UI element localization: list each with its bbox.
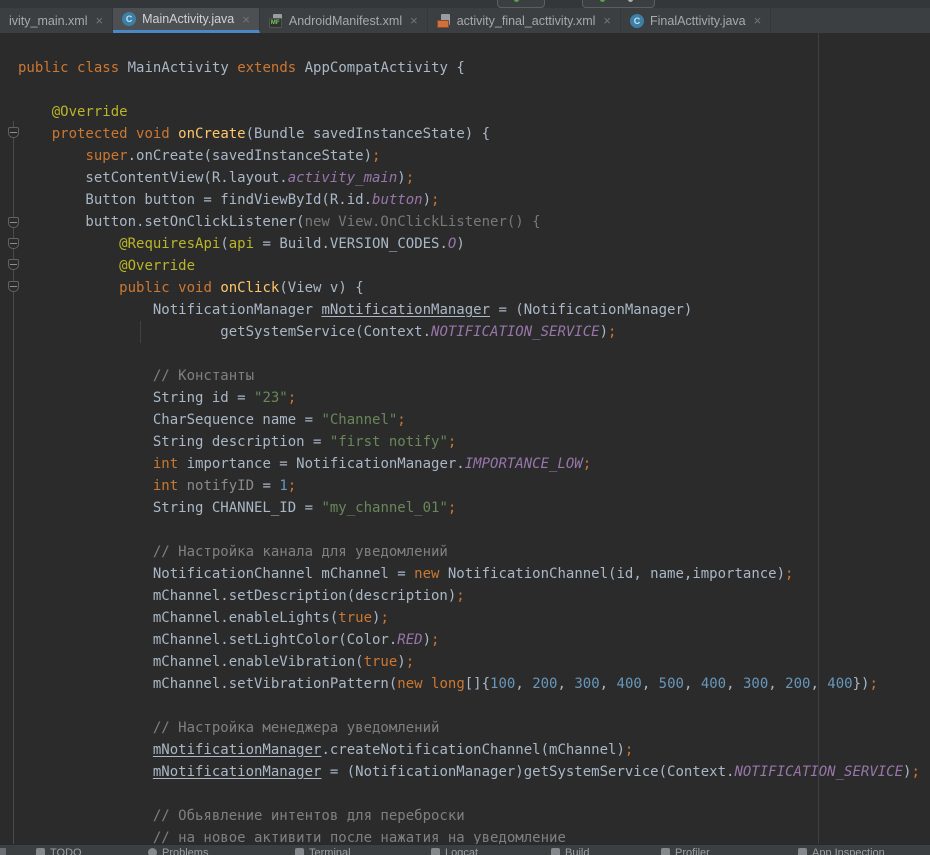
tab-ivity-main-xml[interactable]: ivity_main.xml × (0, 8, 113, 33)
code-line: mChannel.setVibrationPattern(new long[]{… (18, 673, 930, 695)
tab-label: MainActivity.java (142, 12, 234, 26)
toolwindow-button-problems[interactable]: Problems (148, 847, 208, 855)
editor-tab-bar: ivity_main.xml × C MainActivity.java × MF Andr… (0, 8, 930, 33)
ide-window: ivity_main.xml × C MainActivity.java × MF Andr… (0, 0, 930, 855)
code-line: Button button = findViewById(R.id.button… (18, 189, 930, 211)
tab-androidmanifest-xml[interactable]: MF AndroidManifest.xml × (260, 8, 428, 33)
code-line: mNotificationManager = (NotificationMana… (18, 761, 930, 783)
tab-label: activity_final_acttivity.xml (457, 14, 596, 28)
terminal-icon (295, 848, 304, 855)
manifest-file-icon: MF (269, 14, 283, 28)
layout-xml-icon (437, 14, 451, 28)
code-line: mNotificationManager.createNotificationC… (18, 739, 930, 761)
toolwindow-button-app-inspection[interactable]: App Inspection (798, 847, 885, 855)
device-selector-widget[interactable] (582, 0, 655, 8)
code-line: String CHANNEL_ID = "my_channel_01"; (18, 497, 930, 519)
toolwindow-label: Profiler (675, 847, 710, 855)
main-toolbar (0, 0, 930, 8)
layout-badge (437, 20, 449, 28)
code-line: int notifyID = 1; (18, 475, 930, 497)
code-line: mChannel.enableLights(true); (18, 607, 930, 629)
code-line: getSystemService(Context.NOTIFICATION_SE… (18, 321, 930, 343)
code-line (18, 783, 930, 805)
code-line: @RequiresApi(api = Build.VERSION_CODES.O… (18, 233, 930, 255)
run-configuration-widget[interactable] (497, 0, 545, 8)
code-line: String description = "first notify"; (18, 431, 930, 453)
close-icon[interactable]: × (754, 14, 762, 27)
code-line: mChannel.setLightColor(Color.RED); (18, 629, 930, 651)
manifest-badge: MF (269, 18, 282, 28)
code-line (18, 695, 930, 717)
tab-finalacttivity-java[interactable]: C FinalActtivity.java × (621, 8, 771, 33)
tab-label: AndroidManifest.xml (289, 14, 402, 28)
java-class-icon: C (122, 12, 136, 26)
run-icon[interactable] (600, 0, 605, 2)
toolwindow-label: Logcat (445, 847, 478, 855)
logcat-icon (431, 848, 440, 855)
app-inspection-icon (798, 848, 807, 855)
code-line: mChannel.setDescription(description); (18, 585, 930, 607)
toolwindow-button-profiler[interactable]: Profiler (661, 847, 710, 855)
toolwindow-button-build[interactable]: Build (551, 847, 589, 855)
close-icon[interactable]: × (410, 14, 418, 27)
toolwindow-label: TODO (50, 847, 82, 855)
code-line: super.onCreate(savedInstanceState); (18, 145, 930, 167)
close-icon[interactable]: × (96, 14, 104, 27)
java-class-icon: C (630, 14, 644, 28)
code-line: // Константы (18, 365, 930, 387)
code-line: NotificationManager mNotificationManager… (18, 299, 930, 321)
toolwindow-button-logcat[interactable]: Logcat (431, 847, 478, 855)
window-corner-icon (0, 848, 6, 855)
code-line (18, 79, 930, 101)
more-actions-icon[interactable] (628, 0, 633, 2)
toolwindow-label: Build (565, 847, 589, 855)
code-line: NotificationChannel mChannel = new Notif… (18, 563, 930, 585)
problems-icon (148, 848, 157, 855)
code-editor[interactable]: public class MainActivity extends AppCom… (0, 33, 930, 845)
code-line (18, 519, 930, 541)
code-line: protected void onCreate(Bundle savedInst… (18, 123, 930, 145)
toolwindow-label: Problems (162, 847, 208, 855)
code-line (18, 343, 930, 365)
tab-label: ivity_main.xml (9, 14, 88, 28)
code-line: CharSequence name = "Channel"; (18, 409, 930, 431)
code-line: // Настройка канала для уведомлений (18, 541, 930, 563)
tab-label: FinalActtivity.java (650, 14, 746, 28)
code-line: int importance = NotificationManager.IMP… (18, 453, 930, 475)
close-icon[interactable]: × (603, 14, 611, 27)
tab-activity-final-acttivity-xml[interactable]: activity_final_acttivity.xml × (428, 8, 621, 33)
toolwindow-button-terminal[interactable]: Terminal (295, 847, 351, 855)
profiler-icon (661, 848, 670, 855)
toolwindow-label: App Inspection (812, 847, 885, 855)
tool-window-bar: TODO Problems Terminal Logcat Build Profiler A… (0, 844, 930, 855)
close-icon[interactable]: × (242, 13, 250, 26)
code-line: @Override (18, 101, 930, 123)
tab-mainactivity-java[interactable]: C MainActivity.java × (113, 8, 260, 33)
build-icon (551, 848, 560, 855)
code-line: public class MainActivity extends AppCom… (18, 57, 930, 79)
run-icon[interactable] (514, 0, 519, 2)
code-line: button.setOnClickListener(new View.OnCli… (18, 211, 930, 233)
code-line: @Override (18, 255, 930, 277)
code-line: // Настройка менеджера уведомлений (18, 717, 930, 739)
code-line: // Обьявление интентов для переброски (18, 805, 930, 827)
code-line: setContentView(R.layout.activity_main); (18, 167, 930, 189)
code-line: // на новое активити после нажатия на ув… (18, 827, 930, 845)
toolwindow-label: Terminal (309, 847, 351, 855)
code-area: public class MainActivity extends AppCom… (0, 57, 930, 845)
code-line: mChannel.enableVibration(true); (18, 651, 930, 673)
code-line: String id = "23"; (18, 387, 930, 409)
todo-icon (36, 848, 45, 855)
toolwindow-button-todo[interactable]: TODO (36, 847, 82, 855)
code-line: public void onClick(View v) { (18, 277, 930, 299)
